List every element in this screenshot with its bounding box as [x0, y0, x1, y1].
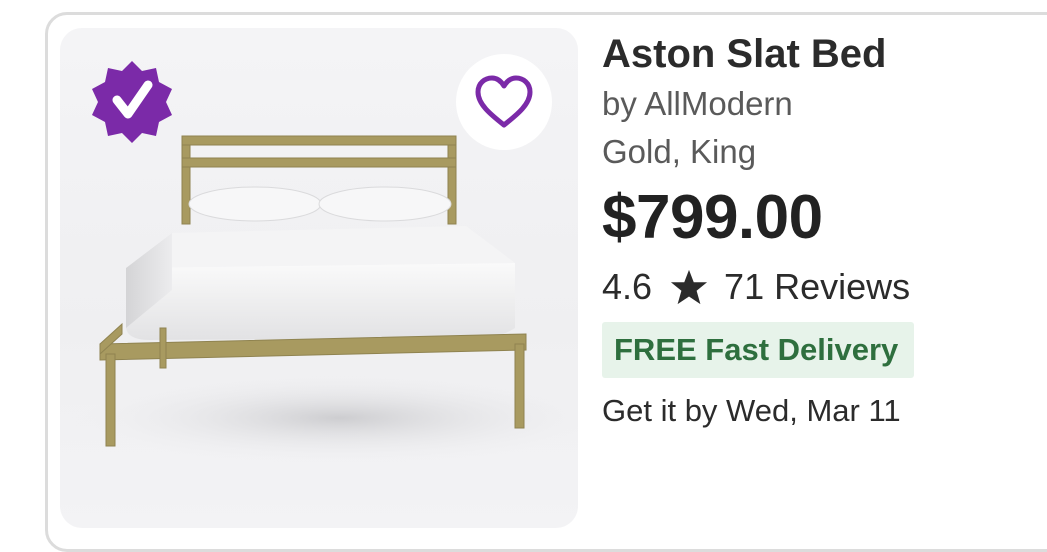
rating-row[interactable]: 4.6 71 Reviews	[602, 262, 1042, 312]
star-icon	[670, 269, 708, 305]
product-brand[interactable]: by AllModern	[602, 80, 1042, 128]
review-count[interactable]: 71 Reviews	[724, 262, 910, 312]
delivery-eta: Get it by Wed, Mar 11	[602, 393, 901, 428]
delivery-badge: FREE Fast Delivery	[602, 322, 915, 378]
product-price: $799.00	[602, 183, 823, 252]
heart-icon	[475, 75, 533, 128]
product-variant: Gold, King	[602, 133, 757, 170]
favorite-button[interactable]	[456, 54, 552, 150]
product-info: Aston Slat Bed by AllModern Gold, King $…	[602, 28, 1042, 436]
rating-value: 4.6	[602, 266, 653, 307]
product-title[interactable]: Aston Slat Bed	[602, 28, 1042, 80]
verified-badge-icon	[82, 52, 182, 152]
